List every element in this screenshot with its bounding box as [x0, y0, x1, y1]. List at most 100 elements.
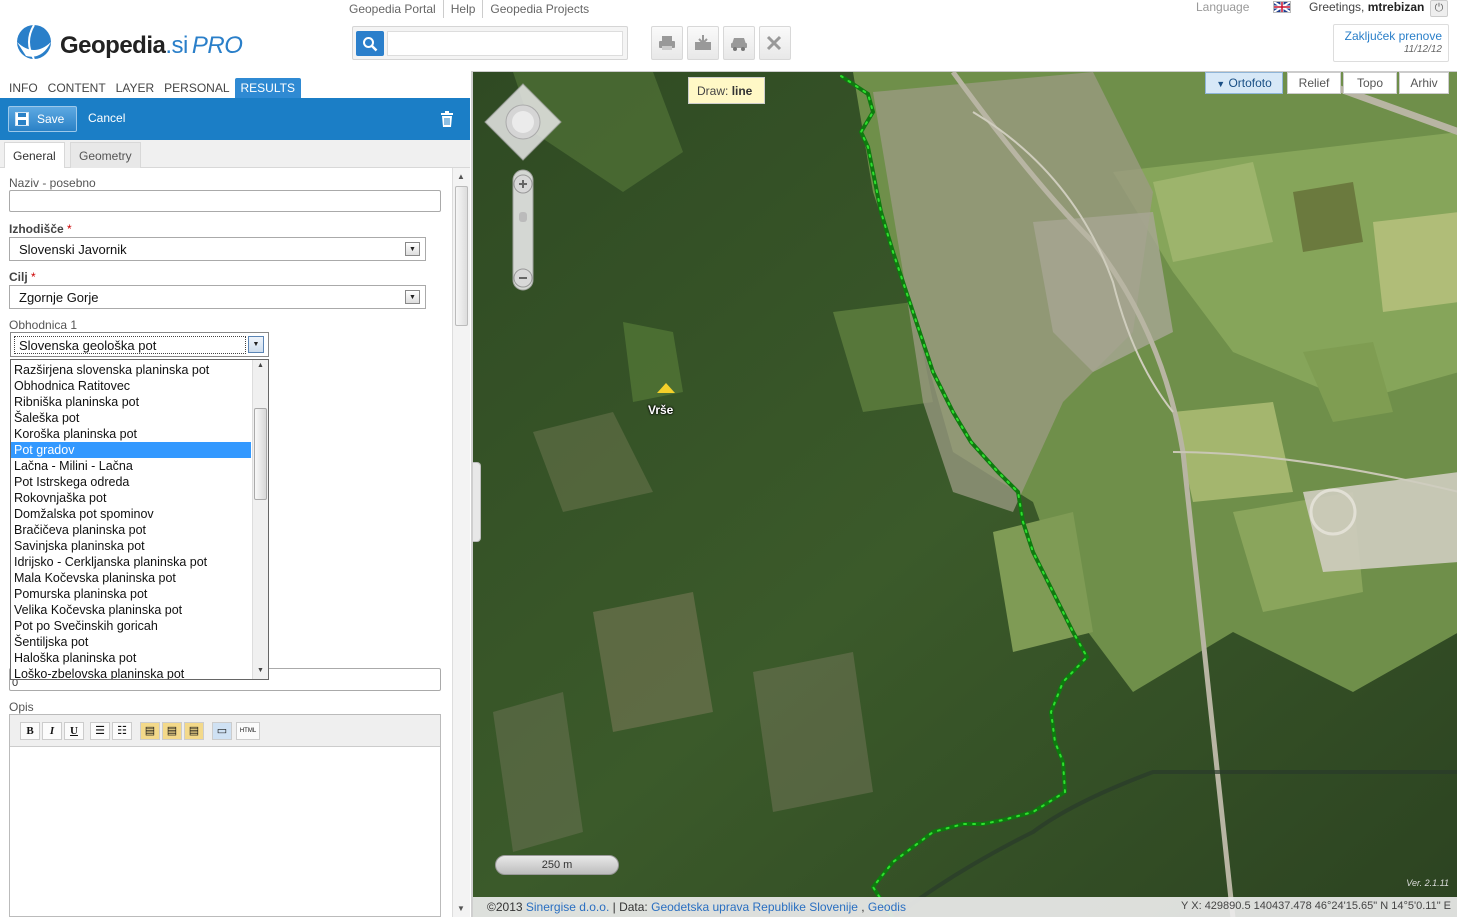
- editor-toolbar: B I U ☰ ☷ ▤ ▤ ▤ ▭ HTML: [10, 715, 440, 747]
- list-item[interactable]: Koroška planinska pot: [11, 426, 251, 442]
- list-item[interactable]: Pomurska planinska pot: [11, 586, 251, 602]
- layer-topo-button[interactable]: Topo: [1343, 72, 1397, 94]
- opis-label: Opis: [9, 700, 34, 714]
- panel-collapse-handle[interactable]: [473, 462, 481, 542]
- scroll-up-icon[interactable]: ▲: [457, 172, 465, 181]
- italic-button[interactable]: I: [42, 722, 62, 740]
- top-link-projects[interactable]: Geopedia Projects: [483, 0, 596, 18]
- map-view[interactable]: Draw: line ▼ Ortofoto Relief Topo Arhiv …: [471, 71, 1457, 917]
- delete-button[interactable]: [440, 111, 454, 127]
- html-button[interactable]: HTML: [236, 722, 260, 740]
- list-item[interactable]: Savinjska planinska pot: [11, 538, 251, 554]
- tab-personal[interactable]: PERSONAL: [159, 78, 234, 98]
- geodis-link[interactable]: Geodis: [868, 900, 906, 914]
- tab-geometry[interactable]: Geometry: [70, 142, 141, 168]
- printer-icon: [659, 36, 675, 50]
- tab-general[interactable]: General: [4, 142, 65, 169]
- scroll-down-icon[interactable]: ▼: [257, 667, 264, 674]
- scroll-up-icon[interactable]: ▲: [257, 362, 264, 369]
- source-icon[interactable]: ▭: [212, 722, 232, 740]
- car-icon: [731, 38, 747, 51]
- list-item[interactable]: Šaleška pot: [11, 410, 251, 426]
- scroll-down-icon[interactable]: ▼: [457, 904, 465, 913]
- bold-button[interactable]: B: [20, 722, 40, 740]
- tools-button[interactable]: [759, 26, 791, 60]
- renewal-notice[interactable]: Zaključek prenove 11/12/12: [1333, 24, 1449, 62]
- uk-flag-icon[interactable]: [1273, 1, 1291, 13]
- top-link-portal[interactable]: Geopedia Portal: [342, 0, 444, 18]
- paste-word-icon[interactable]: ▤: [184, 722, 204, 740]
- gurs-link[interactable]: Geodetska uprava Republike Slovenije: [651, 900, 858, 914]
- layer-arhiv-button[interactable]: Arhiv: [1399, 72, 1449, 94]
- search-input[interactable]: [387, 31, 623, 56]
- izhodisce-label: Izhodišče *: [9, 222, 72, 236]
- form-scrollbar[interactable]: ▲ ▼: [452, 168, 470, 917]
- routing-button[interactable]: [723, 26, 755, 60]
- tab-info[interactable]: INFO: [4, 78, 43, 98]
- search-button[interactable]: [356, 31, 384, 56]
- floppy-disk-icon: [15, 112, 29, 126]
- main-tabs: INFO CONTENT LAYER PERSONAL RESULTS: [0, 76, 470, 98]
- tools-icon: [766, 35, 782, 51]
- paste-text-icon[interactable]: ▤: [162, 722, 182, 740]
- layer-ortofoto-button[interactable]: ▼ Ortofoto: [1205, 72, 1283, 94]
- cilj-select[interactable]: Zgornje Gorje ▼: [9, 285, 426, 309]
- list-item-selected[interactable]: Pot gradov: [11, 442, 251, 458]
- list-item[interactable]: Obhodnica Ratitovec: [11, 378, 251, 394]
- numbered-list-icon[interactable]: ☷: [112, 722, 132, 740]
- list-item[interactable]: Pot Istrskega odreda: [11, 474, 251, 490]
- tab-content[interactable]: CONTENT: [43, 78, 111, 98]
- izhodisce-value: Slovenski Javornik: [19, 242, 127, 257]
- bulleted-list-icon[interactable]: ☰: [90, 722, 110, 740]
- list-item[interactable]: Velika Kočevska planinska pot: [11, 602, 251, 618]
- chevron-down-icon[interactable]: ▼: [248, 336, 264, 353]
- dropdown-scrollbar[interactable]: ▲ ▼: [252, 360, 268, 679]
- top-links: Geopedia Portal Help Geopedia Projects: [342, 0, 596, 18]
- list-item[interactable]: Loško-zbelovska planinska pot: [11, 666, 251, 679]
- search-icon: [363, 36, 378, 51]
- globe-logo-icon: [17, 24, 51, 60]
- orthophoto-map[interactable]: [473, 72, 1457, 917]
- rich-text-editor[interactable]: B I U ☰ ☷ ▤ ▤ ▤ ▭ HTML: [9, 714, 441, 917]
- chevron-down-icon: ▼: [1216, 79, 1226, 89]
- list-item[interactable]: Razširjena slovenska planinska pot: [11, 362, 251, 378]
- peak-marker-icon[interactable]: [657, 383, 675, 393]
- logout-power-icon[interactable]: ⏻: [1430, 0, 1448, 17]
- list-item[interactable]: Haloška planinska pot: [11, 650, 251, 666]
- list-item[interactable]: Domžalska pot spominov: [11, 506, 251, 522]
- version-label: Ver. 2.1.11: [1406, 878, 1449, 888]
- cancel-button[interactable]: Cancel: [88, 111, 125, 125]
- list-item[interactable]: Šentiljska pot: [11, 634, 251, 650]
- underline-button[interactable]: U: [64, 722, 84, 740]
- sinergise-link[interactable]: Sinergise d.o.o.: [526, 900, 609, 914]
- izhodisce-select[interactable]: Slovenski Javornik ▼: [9, 237, 426, 261]
- layer-relief-button[interactable]: Relief: [1287, 72, 1341, 94]
- tab-layer[interactable]: LAYER: [111, 78, 159, 98]
- logo-text: Geopedia.si PRO: [60, 32, 243, 59]
- obhodnica-value: Slovenska geološka pot: [14, 336, 246, 354]
- app-header: Geopedia.si PRO Geopedia Portal Help Geop…: [0, 0, 1457, 72]
- list-item[interactable]: Mala Kočevska planinska pot: [11, 570, 251, 586]
- list-item[interactable]: Lačna - Milini - Lačna: [11, 458, 251, 474]
- paste-icon[interactable]: ▤: [140, 722, 160, 740]
- save-button[interactable]: Save: [8, 106, 77, 132]
- tab-results[interactable]: RESULTS: [234, 78, 301, 98]
- map-footer: ©2013 Sinergise d.o.o. | Data: Geodetska…: [473, 897, 1457, 917]
- export-button[interactable]: [687, 26, 719, 60]
- list-item[interactable]: Pot po Svečinskih goricah: [11, 618, 251, 634]
- naziv-label: Naziv - posebno: [9, 176, 96, 190]
- list-item[interactable]: Idrijsko - Cerkljanska planinska pot: [11, 554, 251, 570]
- dropdown-scroll-thumb[interactable]: [254, 408, 267, 500]
- list-item[interactable]: Bračičeva planinska pot: [11, 522, 251, 538]
- geopedia-logo[interactable]: Geopedia.si PRO: [12, 20, 252, 64]
- list-item[interactable]: Ribniška planinska pot: [11, 394, 251, 410]
- list-item[interactable]: Rokovnjaška pot: [11, 490, 251, 506]
- obhodnica-label: Obhodnica 1: [9, 318, 78, 332]
- top-link-help[interactable]: Help: [444, 0, 484, 18]
- naziv-input[interactable]: [9, 190, 441, 212]
- obhodnica-select[interactable]: Slovenska geološka pot ▼: [10, 332, 269, 357]
- print-button[interactable]: [651, 26, 683, 60]
- scroll-thumb[interactable]: [455, 186, 468, 326]
- chevron-down-icon: ▼: [405, 290, 420, 304]
- zoom-slider[interactable]: [512, 169, 534, 291]
